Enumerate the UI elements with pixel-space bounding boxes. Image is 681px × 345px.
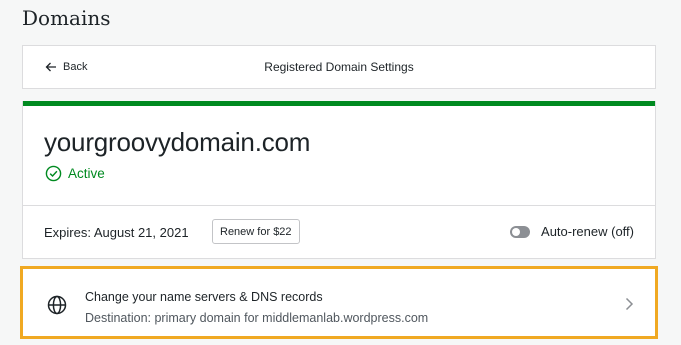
arrow-left-icon [45, 62, 56, 72]
autorenew-control: Auto-renew (off) [510, 224, 634, 239]
domain-card: yourgroovydomain.com Active Expires: Aug… [22, 101, 656, 259]
autorenew-label: Auto-renew (off) [541, 224, 634, 239]
header-title: Registered Domain Settings [264, 60, 414, 74]
dns-settings-link[interactable]: Change your name servers & DNS records D… [20, 266, 658, 339]
back-button[interactable]: Back [45, 46, 87, 88]
chevron-right-icon [625, 297, 634, 311]
divider [23, 205, 655, 206]
status-bar [23, 101, 655, 106]
status-badge: Active [45, 165, 105, 182]
globe-icon [47, 295, 67, 315]
renew-button[interactable]: Renew for $22 [212, 219, 300, 244]
expiry-date: Expires: August 21, 2021 [44, 225, 189, 240]
dns-subtitle: Destination: primary domain for middlema… [85, 311, 429, 325]
back-label: Back [63, 61, 88, 73]
header-card: Back Registered Domain Settings [22, 45, 656, 89]
status-text: Active [68, 166, 105, 181]
dns-title: Change your name servers & DNS records [85, 290, 323, 304]
autorenew-toggle[interactable] [510, 225, 531, 238]
domain-name: yourgroovydomain.com [44, 127, 311, 157]
page-title: Domains [22, 6, 111, 30]
check-circle-icon [45, 165, 62, 182]
